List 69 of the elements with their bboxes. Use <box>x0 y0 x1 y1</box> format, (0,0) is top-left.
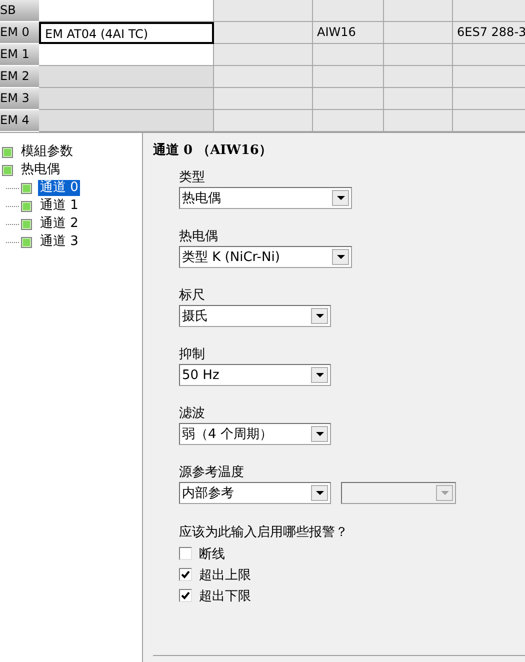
table-cell[interactable] <box>384 110 453 132</box>
alarms-question: 应该为此输入启用哪些报警？ <box>178 524 349 542</box>
table-cell[interactable] <box>384 88 453 110</box>
table-cell[interactable] <box>39 66 214 88</box>
table-cell[interactable]: AIW16 <box>313 22 384 44</box>
checkbox[interactable] <box>179 547 192 560</box>
table-cell[interactable] <box>384 44 453 66</box>
table-cell[interactable] <box>214 66 313 88</box>
caret-icon <box>332 190 349 206</box>
table-cell[interactable] <box>313 88 384 110</box>
checkbox-label[interactable]: 超出上限 <box>199 566 251 584</box>
field-label: 滤波 <box>179 405 206 423</box>
tree-item[interactable]: 热电偶 <box>19 162 62 178</box>
dropdown[interactable]: 摄氏 <box>179 305 331 327</box>
table-cell[interactable] <box>384 22 453 44</box>
dropdown[interactable]: 类型 K (NiCr-Ni) <box>179 246 352 268</box>
checkbox-label[interactable]: 超出下限 <box>199 586 251 604</box>
dropdown[interactable]: 热电偶 <box>179 187 352 209</box>
dropdown[interactable]: 内部参考 <box>179 482 331 504</box>
caret-icon <box>311 485 328 501</box>
caret-icon <box>436 485 453 501</box>
table-cell[interactable] <box>214 88 313 110</box>
tree-node-icon <box>21 182 32 194</box>
tree-node-icon <box>21 236 32 248</box>
field-label: 抑制 <box>179 346 206 364</box>
row-header[interactable]: EM 3 <box>0 88 39 110</box>
field-label: 标尺 <box>179 287 206 305</box>
row-header[interactable]: SB <box>0 0 39 22</box>
caret-icon <box>311 367 328 383</box>
checkbox-label[interactable]: 断线 <box>199 544 225 562</box>
table-cell[interactable] <box>214 44 313 66</box>
checkbox[interactable] <box>179 589 192 602</box>
table-cell[interactable] <box>39 88 214 110</box>
panel-title: 通道 0 （AIW16） <box>153 142 273 160</box>
tree-item[interactable]: 通道 0 <box>38 180 80 196</box>
table-cell[interactable] <box>313 66 384 88</box>
table-cell[interactable] <box>39 0 214 22</box>
table-cell[interactable] <box>313 0 384 22</box>
row-header[interactable]: EM 2 <box>0 66 39 88</box>
checkbox[interactable] <box>179 568 192 581</box>
row-header[interactable]: EM 0 <box>0 22 39 44</box>
field-label: 类型 <box>179 169 206 187</box>
table-cell[interactable] <box>384 0 453 22</box>
caret-icon <box>311 308 328 324</box>
caret-icon <box>311 426 328 442</box>
table-cell[interactable] <box>39 110 214 132</box>
dropdown[interactable]: 弱（4 个周期） <box>179 423 331 445</box>
tree-item[interactable]: 通道 3 <box>38 234 80 250</box>
dropdown[interactable]: 50 Hz <box>179 364 331 386</box>
field-label: 源参考温度 <box>179 464 245 482</box>
table-cell[interactable] <box>214 0 313 22</box>
tree-node-icon <box>21 218 32 230</box>
table-cell[interactable] <box>384 66 453 88</box>
table-cell[interactable] <box>313 44 384 66</box>
field-label: 热电偶 <box>179 228 219 246</box>
tree-item[interactable]: 通道 1 <box>38 198 80 214</box>
row-header[interactable]: EM 1 <box>0 44 39 66</box>
table-cell[interactable]: EM AT04 (4AI TC) <box>39 22 214 44</box>
caret-icon <box>332 249 349 265</box>
tree-node-icon <box>2 146 13 158</box>
tree-node-icon <box>2 164 13 176</box>
table-cell[interactable] <box>214 110 313 132</box>
tree-node-icon <box>21 200 32 212</box>
tree-item[interactable]: 通道 2 <box>38 216 80 232</box>
row-header[interactable]: EM 4 <box>0 110 39 132</box>
table-cell[interactable] <box>313 110 384 132</box>
tree-item[interactable]: 模組参数 <box>19 144 75 160</box>
table-cell[interactable] <box>214 22 313 44</box>
table-cell[interactable] <box>39 44 214 66</box>
